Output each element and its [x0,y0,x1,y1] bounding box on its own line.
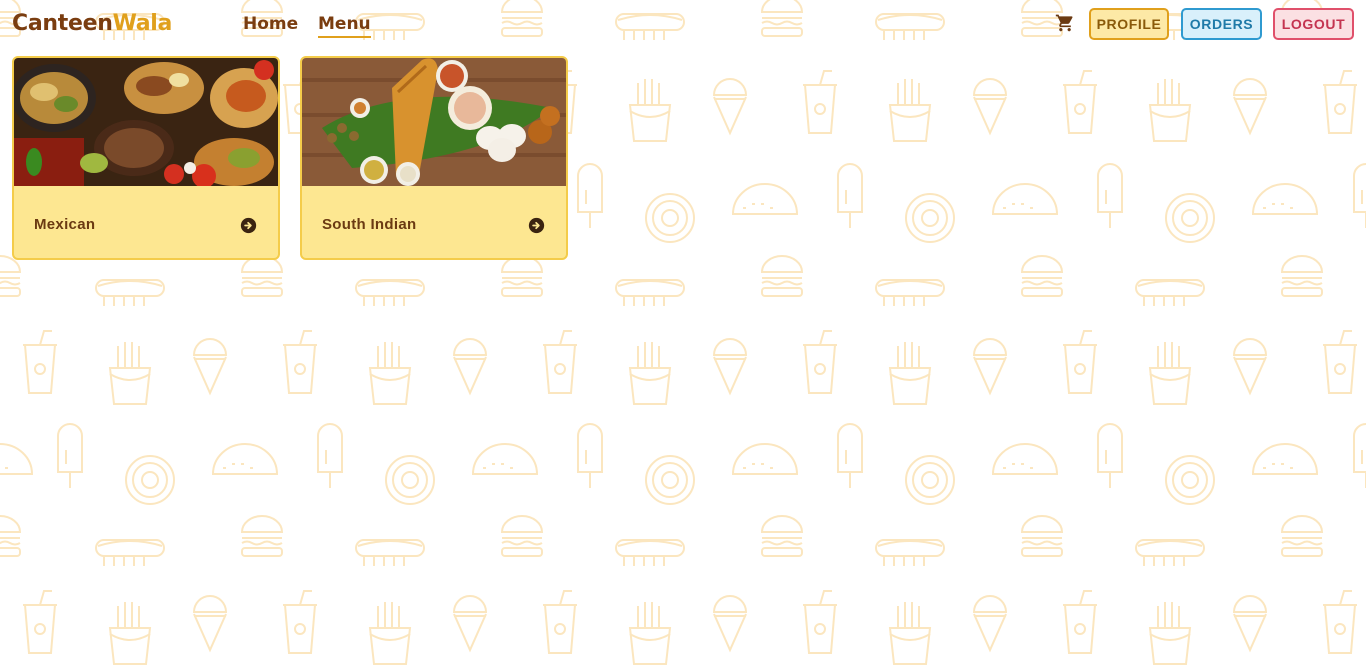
arrow-circle-right-icon [240,217,257,234]
arrow-circle-right-icon [528,217,545,234]
mexican-food-image [14,58,278,186]
orders-button[interactable]: ORDERS [1181,8,1262,40]
nav-link-home[interactable]: Home [243,13,298,35]
brand-name-part1: Canteen [12,11,113,36]
nav-link-menu[interactable]: Menu [318,13,371,38]
cart-icon[interactable] [1055,13,1075,33]
category-card-mexican[interactable]: Mexican [12,56,280,260]
category-card-south-indian[interactable]: South Indian [300,56,568,260]
logout-button[interactable]: LOGOUT [1273,8,1354,40]
category-label: South Indian [322,216,417,233]
brand-name-part2: Wala [112,11,173,36]
brand-logo[interactable]: CanteenWala [12,9,172,39]
south-indian-food-image [302,58,566,186]
navbar: CanteenWala Home Menu PROFILE ORDERS LOG… [0,0,1366,48]
category-label: Mexican [34,216,96,233]
profile-button[interactable]: PROFILE [1089,8,1169,40]
